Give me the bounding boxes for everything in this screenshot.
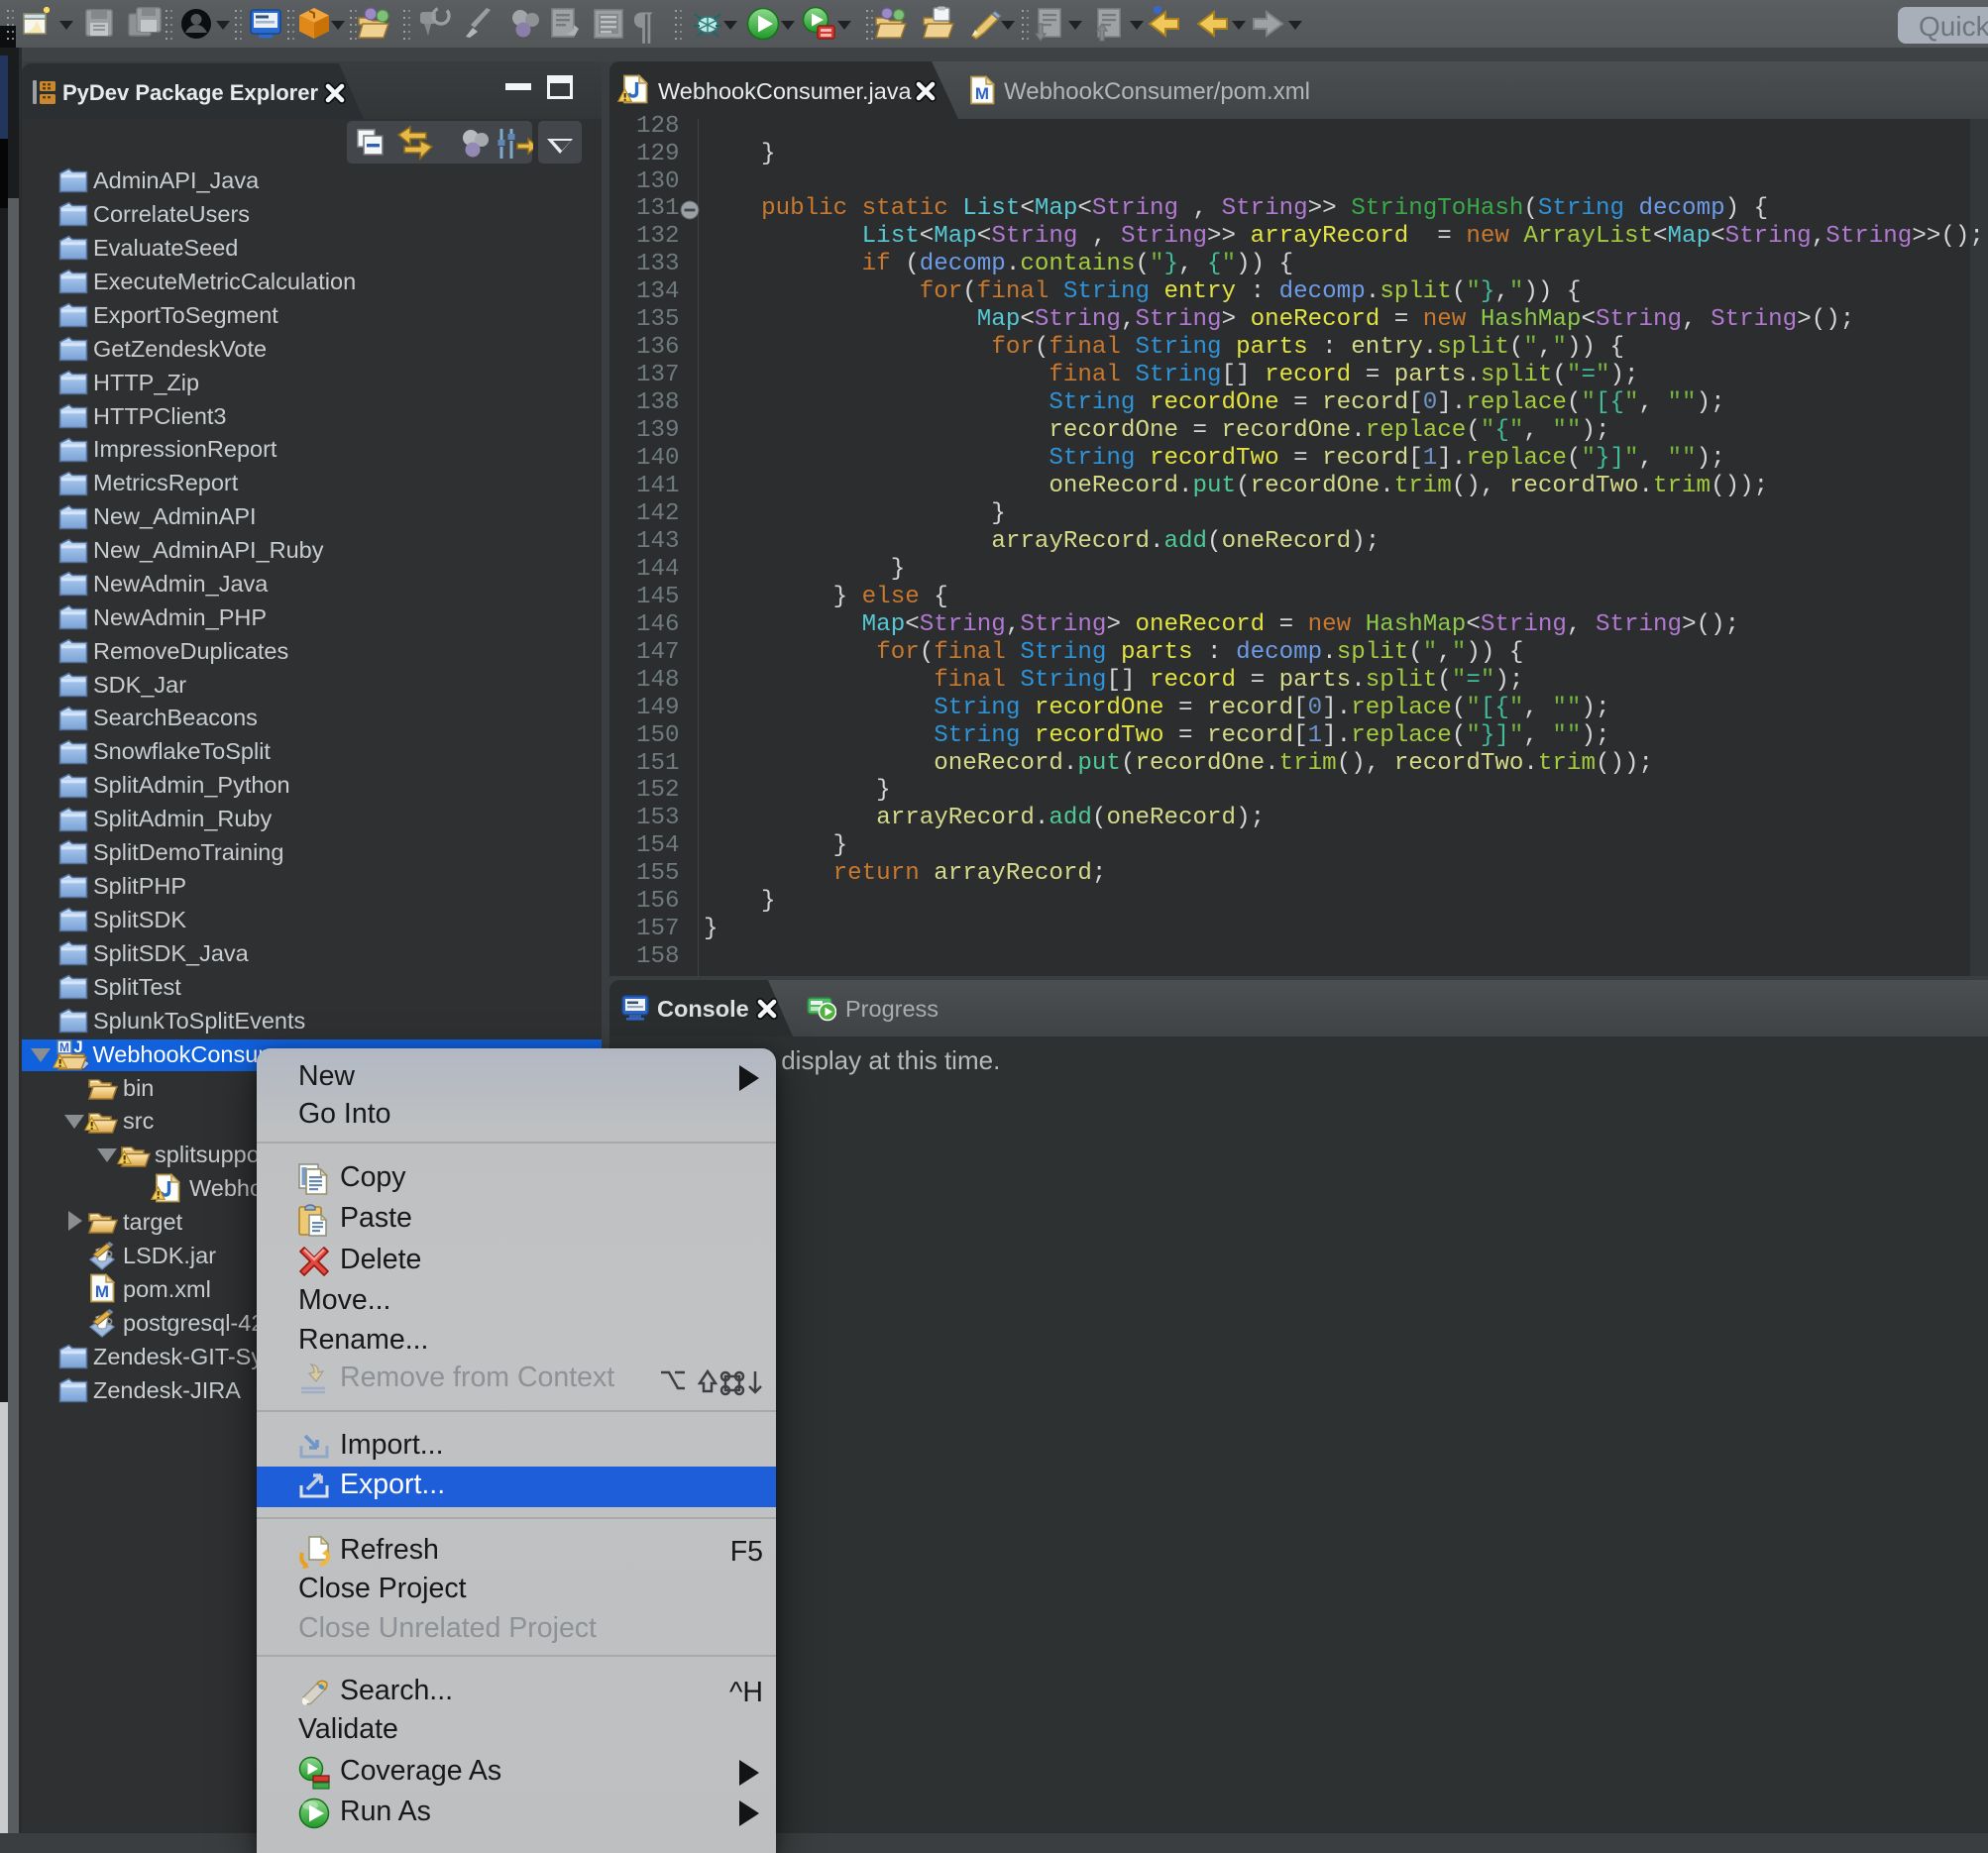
svg-text:J: J	[73, 1039, 82, 1056]
svg-text:M: M	[59, 1040, 69, 1054]
